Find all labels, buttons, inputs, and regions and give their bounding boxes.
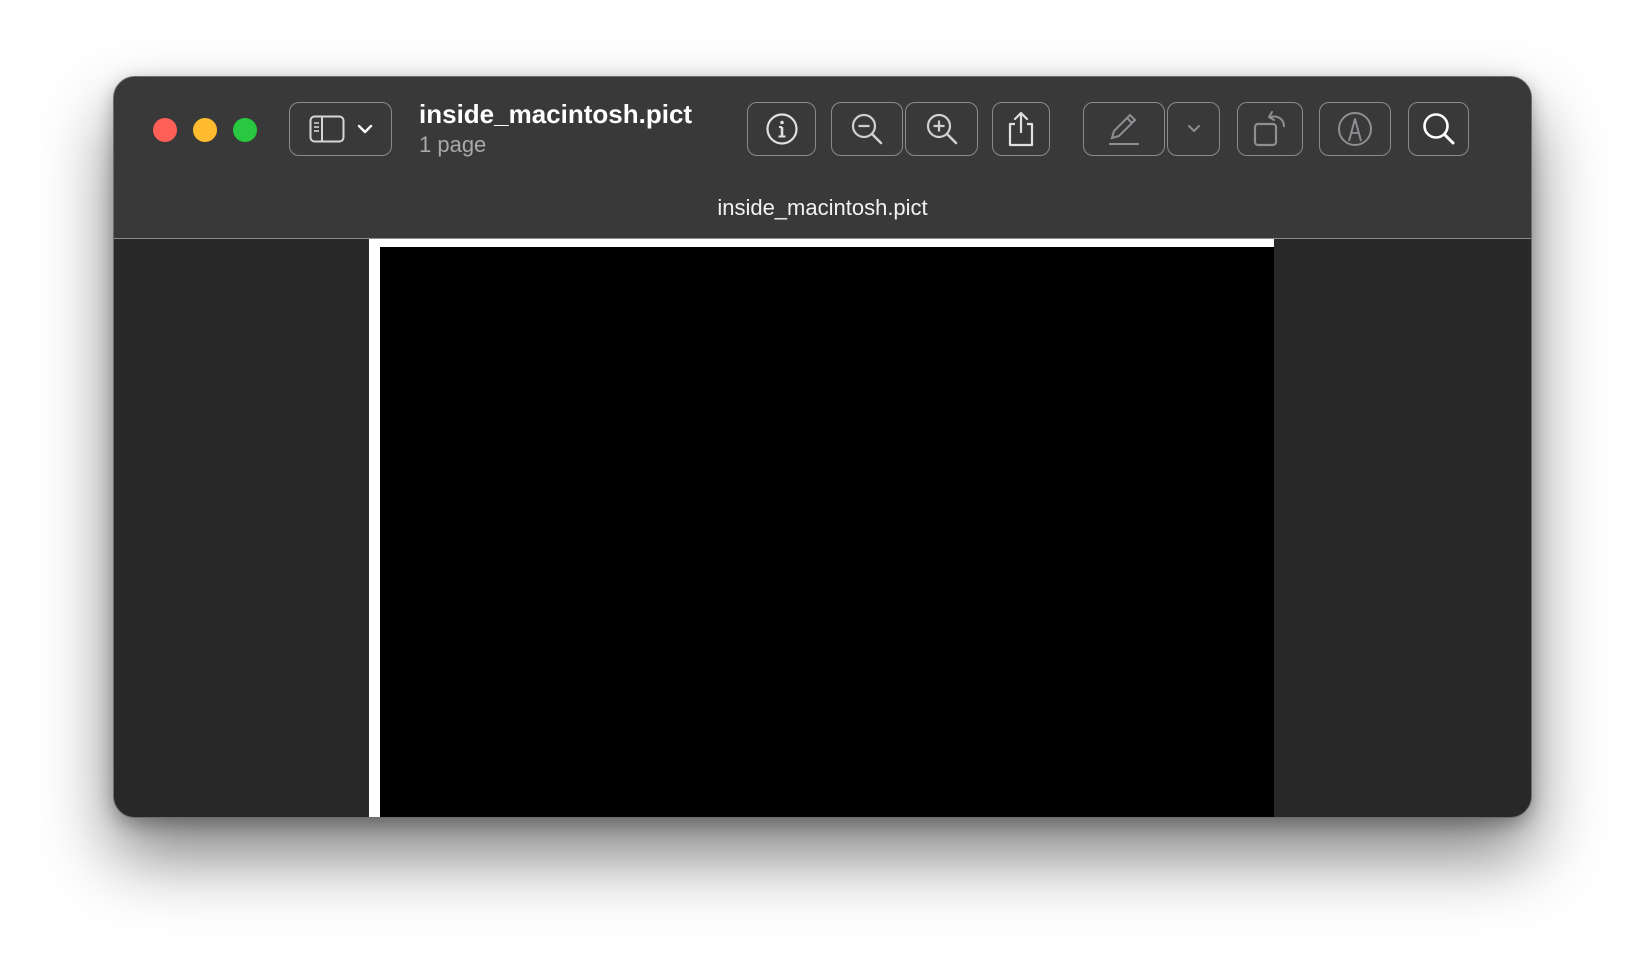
rotate-icon <box>1250 109 1290 149</box>
share-icon <box>1006 110 1036 148</box>
info-icon <box>765 112 799 146</box>
zoom-out-icon <box>850 112 884 146</box>
sidebar-toggle-button[interactable] <box>289 102 392 156</box>
tab-title: inside_macintosh.pict <box>717 195 928 220</box>
markup-button[interactable] <box>1083 102 1165 156</box>
pict-image <box>380 247 1274 817</box>
minimize-window-button[interactable] <box>193 118 217 142</box>
search-icon <box>1421 111 1457 147</box>
document-viewer[interactable] <box>114 239 1531 817</box>
rotate-button[interactable] <box>1237 102 1303 156</box>
chevron-down-icon <box>1186 124 1202 134</box>
pencil-icon <box>1105 111 1143 147</box>
page-count: 1 page <box>419 132 487 157</box>
share-button[interactable] <box>992 102 1050 156</box>
zoom-in-button[interactable] <box>905 102 978 156</box>
markup-icon <box>1336 110 1374 148</box>
zoom-out-button[interactable] <box>831 102 903 156</box>
document-title: inside_macintosh.pict <box>419 99 693 129</box>
annotate-button[interactable] <box>1319 102 1391 156</box>
preview-window: inside_macintosh.pict 1 page inside_maci… <box>113 76 1532 818</box>
title-bar: inside_macintosh.pict 1 page inside_maci… <box>114 77 1531 239</box>
zoom-in-icon <box>925 112 959 146</box>
zoom-window-button[interactable] <box>233 118 257 142</box>
search-button[interactable] <box>1408 102 1469 156</box>
document-page <box>369 239 1274 817</box>
sidebar-icon <box>309 115 345 143</box>
chevron-down-icon[interactable] <box>357 124 373 134</box>
info-button[interactable] <box>747 102 816 156</box>
close-window-button[interactable] <box>153 118 177 142</box>
markup-dropdown[interactable] <box>1167 102 1220 156</box>
